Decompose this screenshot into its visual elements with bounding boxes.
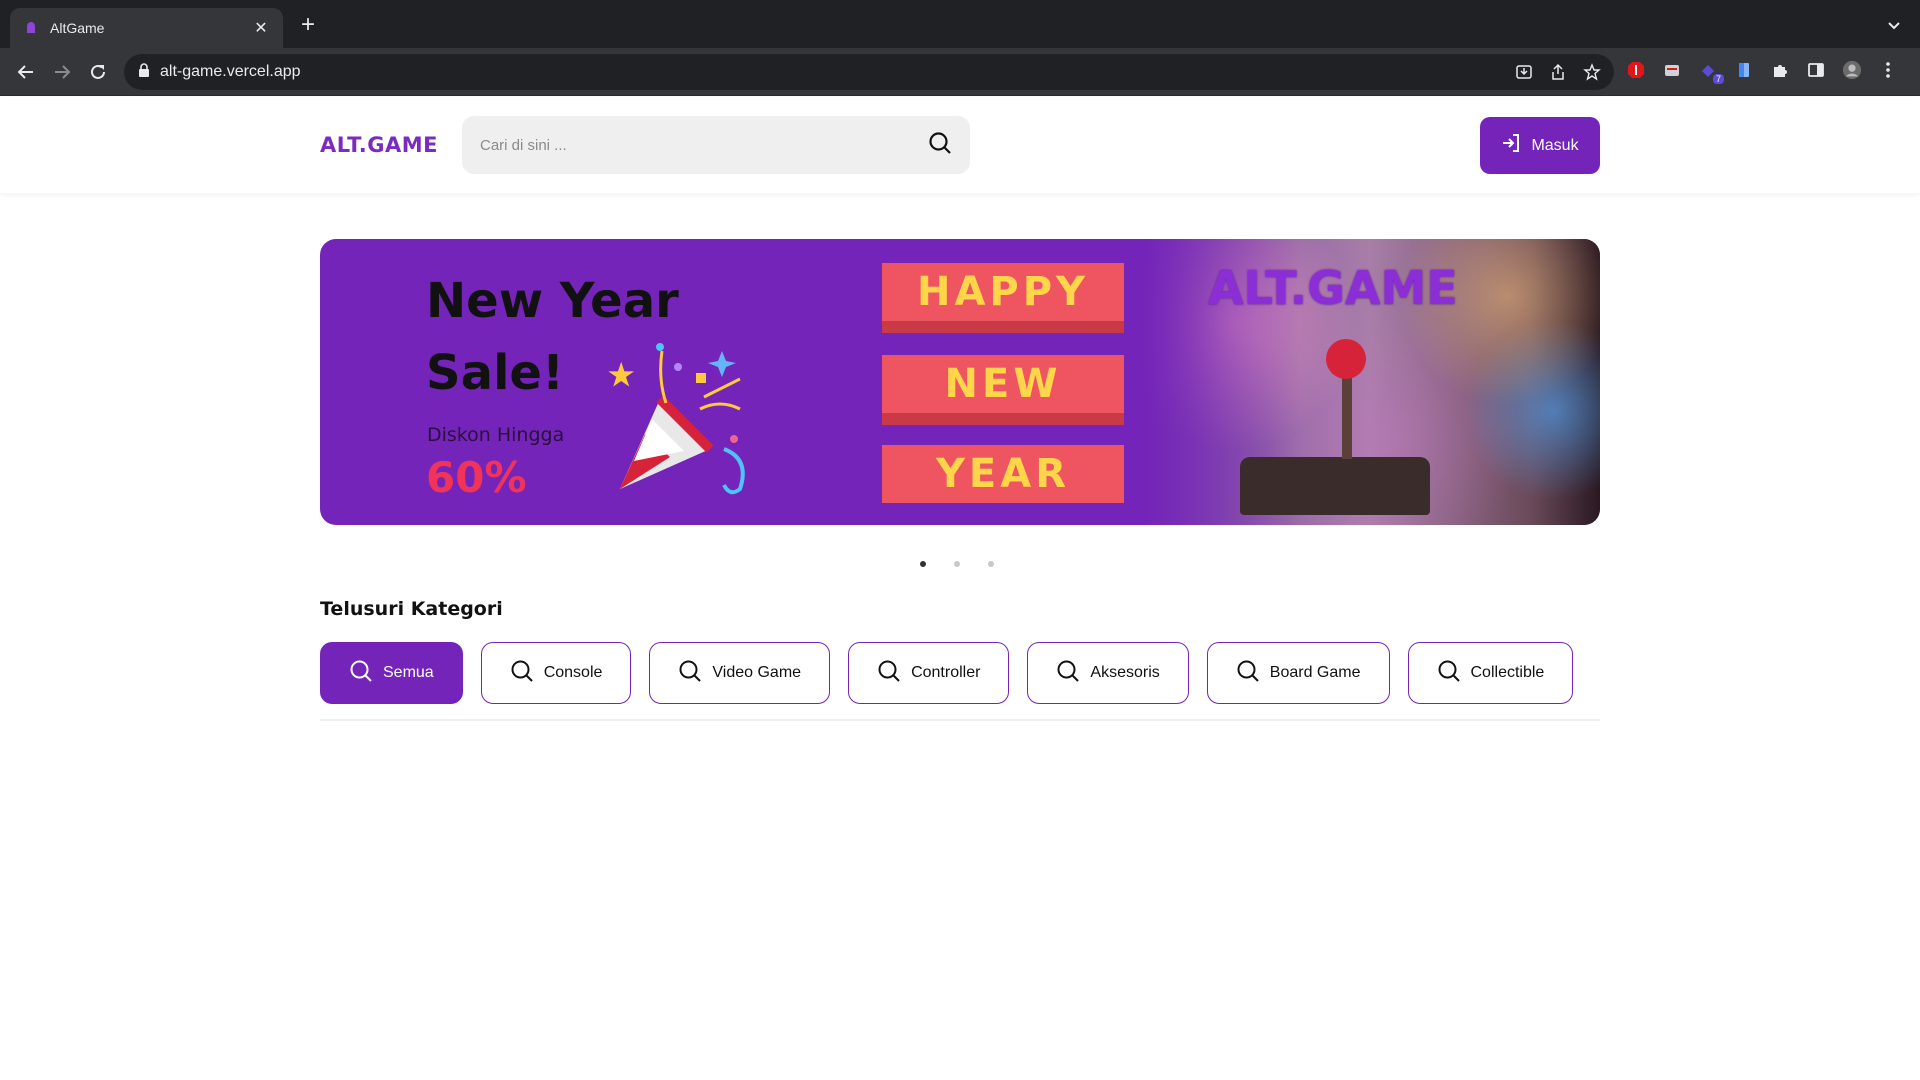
login-label: Masuk bbox=[1531, 136, 1579, 154]
banner-brand-logo: ALT.GAME bbox=[1208, 261, 1458, 315]
search-icon bbox=[678, 659, 702, 688]
favicon-icon bbox=[24, 21, 38, 35]
category-console[interactable]: Console bbox=[480, 642, 632, 704]
close-icon[interactable]: ✕ bbox=[251, 18, 271, 38]
category-aksesoris[interactable]: Aksesoris bbox=[1027, 642, 1189, 704]
discount-value: 60% bbox=[426, 453, 527, 502]
site-header: ALT.GAME Masuk bbox=[0, 97, 1920, 193]
search-icon bbox=[877, 659, 901, 688]
back-icon[interactable] bbox=[14, 60, 38, 84]
forward-icon[interactable] bbox=[50, 60, 74, 84]
category-collectible[interactable]: Collectible bbox=[1407, 642, 1574, 704]
tab-title: AltGame bbox=[50, 20, 105, 36]
login-icon bbox=[1501, 133, 1521, 158]
login-button[interactable]: Masuk bbox=[1480, 117, 1600, 174]
carousel-dot-2[interactable] bbox=[954, 561, 960, 567]
browser-menu-icon[interactable] bbox=[1878, 60, 1898, 80]
search-icon[interactable] bbox=[928, 131, 952, 160]
category-section-title: Telusuri Kategori bbox=[320, 598, 503, 620]
browser-toolbar: alt-game.vercel.app 7 bbox=[0, 48, 1920, 96]
carousel-dot-3[interactable] bbox=[988, 561, 994, 567]
category-label: Console bbox=[543, 664, 603, 681]
category-label: Semua bbox=[383, 664, 434, 681]
discount-label: Diskon Hingga bbox=[427, 424, 565, 446]
extension-badge-icon[interactable]: 7 bbox=[1698, 60, 1724, 84]
carousel-dot-1[interactable] bbox=[920, 561, 926, 567]
category-divider bbox=[320, 719, 1600, 721]
side-panel-icon[interactable] bbox=[1806, 60, 1826, 80]
banner-title-line1: New Year bbox=[426, 273, 679, 329]
category-label: Controller bbox=[911, 664, 981, 681]
search-input[interactable] bbox=[480, 136, 928, 154]
category-label: Collectible bbox=[1470, 664, 1545, 681]
category-list: Semua Console Video Game Controller Akse… bbox=[320, 642, 1574, 704]
search-bar bbox=[462, 116, 970, 174]
search-icon bbox=[1236, 659, 1260, 688]
category-semua[interactable]: Semua bbox=[320, 642, 463, 704]
promo-banner[interactable]: New Year Sale! Diskon Hingga 60% HAPPY N… bbox=[320, 239, 1600, 525]
category-controller[interactable]: Controller bbox=[848, 642, 1010, 704]
address-bar[interactable]: alt-game.vercel.app bbox=[124, 54, 1614, 90]
ribbon-happy: HAPPY bbox=[882, 263, 1124, 321]
url-text: alt-game.vercel.app bbox=[160, 63, 301, 80]
site-logo[interactable]: ALT.GAME bbox=[320, 133, 438, 157]
extensions-puzzle-icon[interactable] bbox=[1770, 60, 1790, 80]
share-icon[interactable] bbox=[1548, 62, 1568, 82]
category-label: Video Game bbox=[712, 664, 802, 681]
profile-avatar[interactable] bbox=[1842, 60, 1862, 80]
browser-tab[interactable]: AltGame ✕ bbox=[10, 8, 283, 48]
extension-card-icon[interactable] bbox=[1662, 60, 1682, 80]
category-board-game[interactable]: Board Game bbox=[1206, 642, 1390, 704]
reload-icon[interactable] bbox=[86, 60, 110, 84]
lock-icon bbox=[138, 62, 150, 82]
search-icon bbox=[510, 659, 534, 688]
party-popper-icon bbox=[600, 339, 760, 504]
browser-tab-strip: AltGame ✕ + bbox=[0, 0, 1920, 48]
ad-blocker-extension-icon[interactable] bbox=[1626, 60, 1646, 80]
new-tab-icon[interactable]: + bbox=[296, 13, 320, 38]
extension-badge-count: 7 bbox=[1712, 74, 1724, 84]
category-label: Aksesoris bbox=[1090, 664, 1160, 681]
search-icon bbox=[1437, 659, 1461, 688]
extension-doc-icon[interactable] bbox=[1734, 60, 1754, 80]
category-label: Board Game bbox=[1269, 664, 1361, 681]
search-icon bbox=[1056, 659, 1080, 688]
install-icon[interactable] bbox=[1514, 62, 1534, 82]
ribbon-new: NEW bbox=[882, 355, 1124, 413]
ribbon-year: YEAR bbox=[882, 445, 1124, 503]
tab-search-icon[interactable] bbox=[1886, 17, 1902, 33]
bookmark-star-icon[interactable] bbox=[1582, 62, 1602, 82]
joystick-image bbox=[1240, 457, 1430, 515]
category-video-game[interactable]: Video Game bbox=[649, 642, 831, 704]
carousel-indicators bbox=[920, 561, 994, 567]
search-icon bbox=[349, 659, 373, 688]
